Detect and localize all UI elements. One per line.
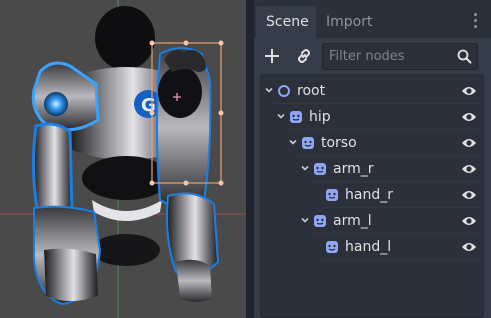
vertical-ellipsis-icon[interactable] [474, 13, 478, 31]
chevron-down-icon[interactable] [301, 164, 309, 172]
resize-handle [149, 180, 155, 186]
visibility-eye-icon[interactable] [461, 241, 477, 253]
search-icon[interactable] [457, 49, 472, 64]
scene-tree[interactable]: root hip torso arm_r hand_r arm_l hand_l [260, 74, 484, 318]
visibility-eye-icon[interactable] [461, 137, 477, 149]
tree-row-hand_l[interactable]: hand_l [261, 234, 483, 260]
row-divider [323, 259, 483, 260]
plus-icon [265, 49, 279, 63]
robot-head [95, 6, 155, 70]
chevron-down-icon[interactable] [289, 138, 297, 146]
tree-node-label: arm_l [333, 213, 372, 229]
tree-row-root[interactable]: root [261, 78, 483, 104]
sprite-icon [314, 215, 326, 227]
resize-handle [149, 40, 155, 46]
chain-link-icon [298, 49, 310, 63]
scene-dock: Scene Import roothipt [254, 0, 491, 318]
dock-splitter[interactable] [246, 0, 254, 318]
tree-row-torso[interactable]: torso [261, 130, 483, 156]
visibility-eye-icon[interactable] [461, 189, 477, 201]
resize-handle [183, 180, 189, 186]
tree-row-arm_r[interactable]: arm_r [261, 156, 483, 182]
sprite-icon [314, 163, 326, 175]
resize-handle [183, 40, 189, 46]
chevron-down-icon[interactable] [301, 216, 309, 224]
tree-node-label: hip [309, 109, 331, 125]
filter-nodes-field[interactable] [322, 43, 478, 70]
add-node-button[interactable] [260, 44, 284, 68]
viewport-canvas[interactable]: G [0, 0, 246, 318]
resize-handle [149, 110, 155, 116]
scene-toolbar [254, 38, 491, 74]
tab-import[interactable]: Import [316, 6, 388, 38]
tree-node-label: root [297, 83, 326, 99]
visibility-eye-icon[interactable] [461, 163, 477, 175]
sprite-icon [290, 111, 302, 123]
tree-node-label: torso [321, 135, 357, 151]
chevron-down-icon[interactable] [277, 112, 285, 120]
sprite-icon [302, 137, 314, 149]
tree-node-label: hand_l [345, 239, 392, 255]
visibility-eye-icon[interactable] [461, 215, 477, 227]
sprite-icon [326, 189, 338, 201]
tree-node-label: arm_r [333, 161, 374, 177]
resize-handle [218, 40, 224, 46]
robot-arm-right [156, 47, 220, 302]
instance-scene-button[interactable] [292, 44, 316, 68]
tab-scene[interactable]: Scene [256, 6, 316, 38]
robot-sprite: G [31, 6, 220, 306]
chevron-down-icon[interactable] [265, 86, 273, 94]
visibility-eye-icon[interactable] [461, 85, 477, 97]
dock-tab-bar: Scene Import [254, 0, 491, 38]
resize-handle [218, 180, 224, 186]
viewport-2d[interactable]: G [0, 0, 246, 318]
circle-node-icon [278, 85, 290, 97]
tree-node-label: hand_r [345, 187, 393, 203]
visibility-eye-icon[interactable] [461, 111, 477, 123]
filter-nodes-input[interactable] [329, 47, 449, 66]
tree-row-hand_r[interactable]: hand_r [261, 182, 483, 208]
sprite-icon [326, 241, 338, 253]
resize-handle [218, 110, 224, 116]
tree-row-arm_l[interactable]: arm_l [261, 208, 483, 234]
tree-row-hip[interactable]: hip [261, 104, 483, 130]
